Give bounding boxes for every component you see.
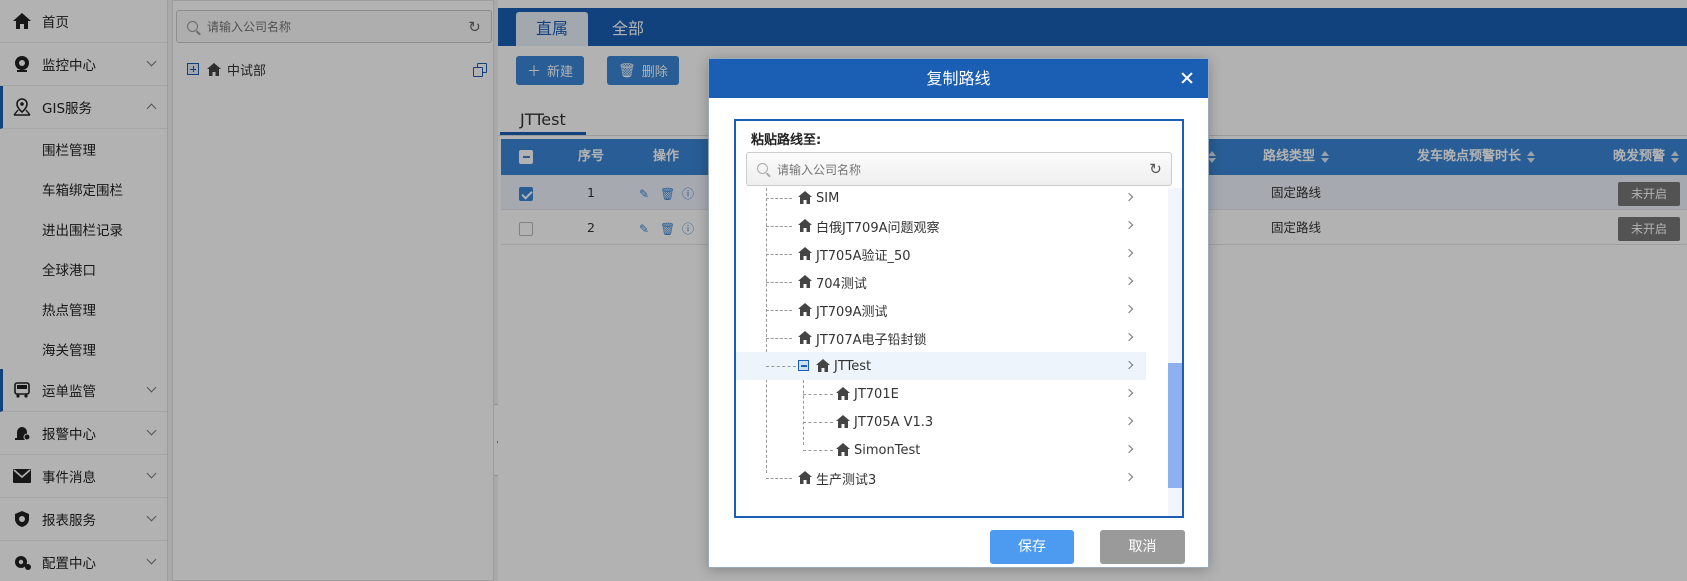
dialog-search-input[interactable]: [777, 160, 1077, 180]
target-tree-box: 粘贴路线至: ↻ SIM 白俄JT709A问题观察: [734, 119, 1184, 518]
tree-scrollbar[interactable]: [1168, 188, 1182, 516]
tree-node-label: JT705A V1.3: [854, 414, 934, 430]
tree-node[interactable]: 704测试: [736, 268, 1146, 296]
house-icon: [798, 331, 812, 344]
tree-node[interactable]: JT707A电子铅封锁: [736, 324, 1146, 352]
tree-node[interactable]: 生产测试3: [736, 464, 1146, 492]
scrollbar-thumb[interactable]: [1168, 363, 1182, 488]
dialog-search-box: ↻: [746, 152, 1172, 186]
house-icon: [798, 303, 812, 316]
tree-node-label: JTTest: [834, 358, 872, 374]
chevron-right-icon[interactable]: [1124, 276, 1134, 286]
house-icon: [798, 219, 812, 232]
refresh-icon[interactable]: ↻: [1148, 162, 1163, 177]
tree-node-label: JT705A验证_50: [816, 248, 911, 264]
collapse-icon[interactable]: [798, 360, 809, 371]
chevron-right-icon[interactable]: [1124, 248, 1134, 258]
house-icon: [798, 471, 812, 484]
search-icon: [757, 163, 768, 174]
close-icon[interactable]: [1178, 69, 1196, 87]
house-icon: [798, 275, 812, 288]
tree-node[interactable]: SimonTest: [736, 436, 1146, 464]
house-icon: [798, 247, 812, 260]
chevron-right-icon[interactable]: [1124, 220, 1134, 230]
tree-node[interactable]: JT705A验证_50: [736, 240, 1146, 268]
dialog-title: 复制路线: [926, 69, 991, 88]
copy-route-dialog: 复制路线 粘贴路线至: ↻ SIM 白俄JT709A问题观察: [708, 58, 1209, 568]
chevron-right-icon[interactable]: [1124, 304, 1134, 314]
chevron-right-icon[interactable]: [1124, 416, 1134, 426]
company-tree-list: SIM 白俄JT709A问题观察 JT705A验证_50 704测试 JT709…: [736, 188, 1168, 516]
tree-node[interactable]: JT705A V1.3: [736, 408, 1146, 436]
tree-node[interactable]: JT701E: [736, 380, 1146, 408]
chevron-right-icon[interactable]: [1124, 192, 1134, 202]
dialog-header: 复制路线: [709, 59, 1208, 98]
tree-node[interactable]: 白俄JT709A问题观察: [736, 212, 1146, 240]
save-button[interactable]: 保存: [990, 530, 1074, 564]
house-icon: [816, 359, 830, 372]
tree-node[interactable]: SIM: [736, 188, 1146, 212]
tree-node-label: 704测试: [816, 276, 867, 292]
chevron-right-icon[interactable]: [1124, 332, 1134, 342]
chevron-right-icon[interactable]: [1124, 388, 1134, 398]
tree-node-label: JT701E: [854, 386, 899, 402]
chevron-right-icon[interactable]: [1124, 360, 1134, 370]
tree-node-selected[interactable]: JTTest: [736, 352, 1146, 380]
tree-node-label: SIM: [816, 190, 840, 206]
house-icon: [836, 443, 850, 456]
tree-node-label: SimonTest: [854, 442, 921, 458]
house-icon: [836, 387, 850, 400]
tree-node[interactable]: JT709A测试: [736, 296, 1146, 324]
cancel-button[interactable]: 取消: [1100, 530, 1185, 564]
house-icon: [798, 191, 812, 204]
paste-label: 粘贴路线至:: [751, 133, 822, 148]
house-icon: [836, 415, 850, 428]
tree-node-label: 白俄JT709A问题观察: [816, 220, 940, 236]
tree-node-label: JT707A电子铅封锁: [816, 332, 927, 348]
tree-node-label: 生产测试3: [816, 472, 877, 488]
chevron-right-icon[interactable]: [1124, 472, 1134, 482]
tree-node-label: JT709A测试: [816, 304, 888, 320]
chevron-right-icon[interactable]: [1124, 444, 1134, 454]
